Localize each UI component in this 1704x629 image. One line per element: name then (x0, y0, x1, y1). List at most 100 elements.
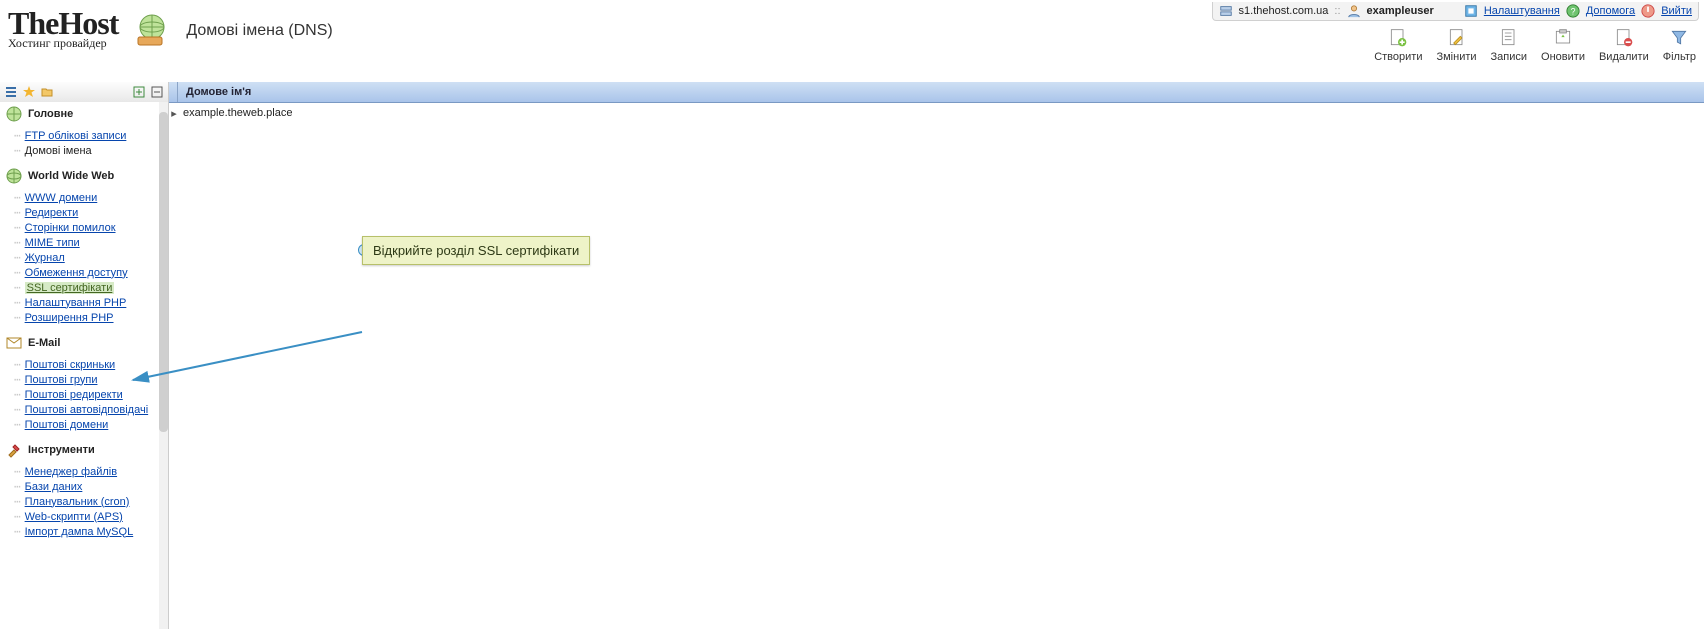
sidebar-item-label[interactable]: Поштові домени (25, 419, 109, 431)
sidebar-item[interactable]: ⋯ Налаштування PHP (14, 295, 168, 310)
list-icon[interactable] (4, 85, 18, 99)
tree-dots: ⋯ (14, 388, 21, 401)
brand-logo: TheHost Хостинг провайдер (8, 10, 118, 51)
sidebar-body: Головне⋯FTP облікові записи⋯Домові імена… (0, 102, 168, 629)
row-domain: example.theweb.place (179, 107, 296, 119)
collapse-all-icon[interactable] (150, 85, 164, 99)
tree-dots: ⋯ (14, 129, 21, 142)
sidebar-scrollbar-thumb[interactable] (159, 112, 168, 432)
sidebar-group-head[interactable]: Інструменти (0, 438, 168, 462)
sidebar-toolbar (0, 82, 168, 103)
sidebar-item[interactable]: ⋯ Журнал (14, 250, 168, 265)
tree-dots: ⋯ (14, 480, 21, 493)
help-link[interactable]: Допомога (1586, 5, 1635, 17)
callout-tooltip: Відкрийте розділ SSL сертифікати (362, 236, 590, 265)
sidebar-item-label[interactable]: SSL сертифікати (25, 282, 115, 294)
sidebar-item[interactable]: ⋯Поштові скриньки (14, 357, 168, 372)
filter-button[interactable]: Фільтр (1663, 28, 1696, 63)
records-button[interactable]: Записи (1491, 28, 1528, 63)
sidebar-item-label[interactable]: Поштові автовідповідачі (25, 404, 149, 416)
brand-line1: TheHost (8, 10, 118, 36)
sidebar-item[interactable]: ⋯ Поштові редиректи (14, 387, 168, 402)
separator: :: (1334, 5, 1340, 17)
sidebar-item[interactable]: ⋯ Бази даних (14, 479, 168, 494)
tree-dots: ⋯ (14, 236, 21, 249)
sidebar-item[interactable]: ⋯ Поштові групи (14, 372, 168, 387)
sidebar-item[interactable]: ⋯Планувальник (cron) (14, 494, 168, 509)
delete-button[interactable]: Видалити (1599, 28, 1649, 63)
sidebar-item-label[interactable]: Поштові скриньки (25, 359, 116, 371)
logout-icon (1641, 4, 1655, 18)
sidebar-group-head[interactable]: World Wide Web (0, 164, 168, 188)
sidebar-item-label[interactable]: Журнал (25, 252, 65, 264)
expand-all-icon[interactable] (132, 85, 146, 99)
sidebar-item-label[interactable]: Імпорт дампа MySQL (25, 526, 134, 538)
tree-dots: ⋯ (14, 221, 21, 234)
sidebar-item[interactable]: ⋯ MIME типи (14, 235, 168, 250)
tree-dots: ⋯ (14, 251, 21, 264)
sidebar-item-label[interactable]: Менеджер файлів (25, 466, 117, 478)
sidebar-item-label[interactable]: Планувальник (cron) (25, 496, 130, 508)
user-icon (1347, 4, 1361, 18)
sidebar-item-label[interactable]: Поштові групи (25, 374, 98, 386)
home-icon (6, 106, 22, 122)
tree-dots: ⋯ (14, 373, 21, 386)
sidebar-group-title: Головне (28, 108, 73, 120)
tree-dots: ⋯ (14, 525, 21, 538)
create-button[interactable]: Створити (1374, 28, 1422, 63)
sidebar-item[interactable]: ⋯ Імпорт дампа MySQL (14, 524, 168, 539)
settings-link[interactable]: Налаштування (1484, 5, 1560, 17)
column-header-domain[interactable]: Домове ім'я (178, 86, 259, 98)
sidebar-item-label[interactable]: FTP облікові записи (25, 130, 127, 142)
sidebar-group-title: E-Mail (28, 337, 60, 349)
logout-link[interactable]: Вийти (1661, 5, 1692, 17)
sidebar-item[interactable]: ⋯Поштові домени (14, 417, 168, 432)
edit-button[interactable]: Змінити (1436, 28, 1476, 63)
sidebar-item[interactable]: ⋯Поштові автовідповідачі (14, 402, 168, 417)
sidebar-item[interactable]: ⋯ Сторінки помилок (14, 220, 168, 235)
sidebar: Головне⋯FTP облікові записи⋯Домові імена… (0, 82, 169, 629)
tree-dots: ⋯ (14, 266, 21, 279)
sidebar-item[interactable]: ⋯Домові імена (14, 143, 168, 158)
toolbar: Створити Змінити Записи Оновити Видалити… (1374, 28, 1696, 63)
refresh-button[interactable]: Оновити (1541, 28, 1585, 63)
star-icon[interactable] (22, 85, 36, 99)
tree-dots: ⋯ (14, 465, 21, 478)
sidebar-group-head[interactable]: Головне (0, 102, 168, 126)
sidebar-group-head[interactable]: E-Mail (0, 331, 168, 355)
sidebar-item-label[interactable]: Сторінки помилок (25, 222, 116, 234)
sidebar-item-label[interactable]: Обмеження доступу (25, 267, 128, 279)
layout: Головне⋯FTP облікові записи⋯Домові імена… (0, 82, 1704, 629)
tree-dots: ⋯ (14, 510, 21, 523)
brand-area: TheHost Хостинг провайдер Домові імена (… (8, 10, 333, 51)
sidebar-item[interactable]: ⋯ Розширення PHP (14, 310, 168, 325)
sidebar-item-label[interactable]: Домові імена (25, 145, 92, 157)
sidebar-group-title: Інструменти (28, 444, 95, 456)
sidebar-item[interactable]: ⋯ Обмеження доступу (14, 265, 168, 280)
server-icon (1219, 4, 1233, 18)
sidebar-item[interactable]: ⋯WWW домени (14, 190, 168, 205)
sidebar-item[interactable]: ⋯ Менеджер файлів (14, 464, 168, 479)
column-gutter (169, 82, 178, 102)
sidebar-item-label[interactable]: Розширення PHP (25, 312, 114, 324)
folder-icon[interactable] (40, 85, 54, 99)
sidebar-item-label[interactable]: Бази даних (25, 481, 83, 493)
sidebar-item[interactable]: ⋯ Web-скрипти (APS) (14, 509, 168, 524)
sidebar-item[interactable]: ⋯ SSL сертифікати (14, 280, 168, 295)
tools-icon (6, 442, 22, 458)
sidebar-item-label[interactable]: Web-скрипти (APS) (25, 511, 123, 523)
tree-dots: ⋯ (14, 311, 21, 324)
username: exampleuser (1367, 5, 1434, 17)
dns-globe-icon (132, 11, 172, 51)
sidebar-item-label[interactable]: Редиректи (25, 207, 79, 219)
sidebar-item[interactable]: ⋯ FTP облікові записи (14, 128, 168, 143)
sidebar-item-label[interactable]: Поштові редиректи (25, 389, 123, 401)
sidebar-item[interactable]: ⋯Редиректи (14, 205, 168, 220)
tree-dots: ⋯ (14, 296, 21, 309)
sidebar-item-label[interactable]: WWW домени (25, 192, 98, 204)
sidebar-item-label[interactable]: MIME типи (25, 237, 80, 249)
table-row[interactable]: ▸ example.theweb.place (169, 103, 1704, 123)
main-panel: Домове ім'я ▸ example.theweb.place (169, 82, 1704, 629)
tree-dots: ⋯ (14, 281, 21, 294)
sidebar-item-label[interactable]: Налаштування PHP (25, 297, 127, 309)
